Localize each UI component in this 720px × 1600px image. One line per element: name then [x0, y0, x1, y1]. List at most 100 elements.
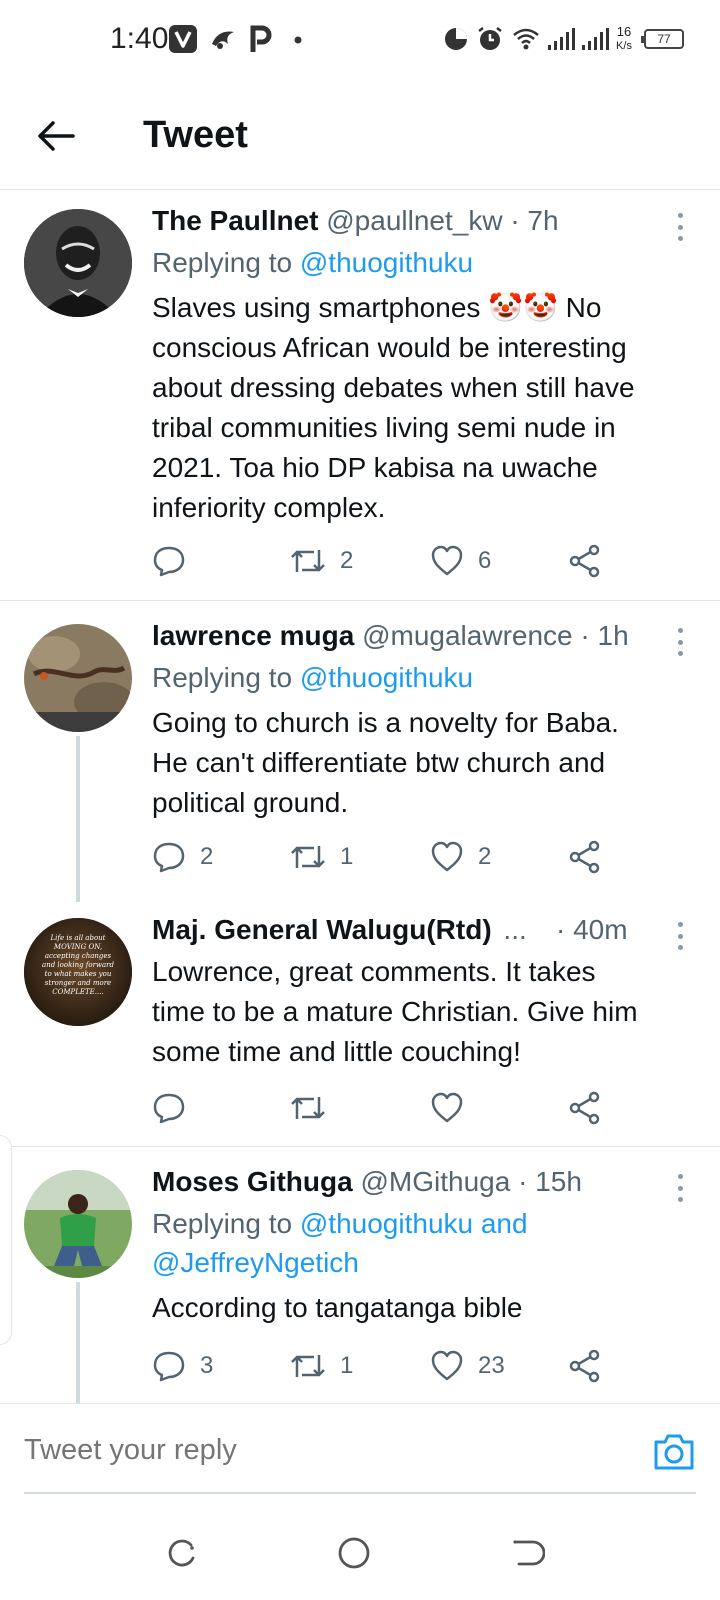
avatar[interactable] — [24, 624, 132, 732]
tweet-actions: 3 1 23 — [0, 1346, 720, 1386]
display-name[interactable]: Moses Githuga — [152, 1166, 353, 1197]
like-button[interactable]: 23 — [430, 1346, 505, 1386]
tweet-card[interactable]: Life is all about MOVING ON, accepting c… — [0, 902, 720, 1147]
avatar[interactable] — [24, 1170, 132, 1278]
heart-icon — [431, 841, 463, 872]
tweet-text: Lowrence, great comments. It takes time … — [152, 952, 692, 1072]
alarm-icon — [476, 22, 504, 56]
heart-icon — [431, 545, 463, 576]
tweet-text-line: Lowrence, great comments. It takes — [152, 956, 596, 987]
back-button[interactable] — [30, 110, 82, 162]
arrow-left-icon — [38, 121, 75, 151]
display-name[interactable]: Maj. General Walugu(Rtd) — [152, 914, 492, 945]
status-time: 1:40 — [110, 22, 169, 55]
share-icon — [569, 544, 600, 578]
recents-button[interactable] — [162, 1533, 202, 1573]
tweet-text-line: 2021. Toa hio DP kabisa na uwache — [152, 452, 598, 483]
tweet-text-line: time to be a mature Christian. Give him — [152, 996, 638, 1027]
reply-button[interactable]: 2 — [152, 837, 213, 877]
avatar-caption: Life is all about MOVING ON, accepting c… — [42, 934, 114, 996]
share-icon — [569, 840, 600, 874]
retweet-count: 1 — [340, 843, 354, 870]
page-title: Tweet — [143, 114, 248, 156]
tweet-text-line: conscious African would be interesting — [152, 332, 627, 363]
camera-icon — [654, 1434, 694, 1470]
more-options-button[interactable] — [668, 916, 692, 956]
network-speed-unit: K/s — [616, 40, 632, 52]
tweet-text-line: political ground. — [152, 787, 349, 818]
tweet-card[interactable]: Moses Githuga @MGithuga · 15h Replying t… — [0, 1148, 720, 1403]
more-options-button[interactable] — [668, 207, 692, 247]
tweet-actions: 2 6 — [0, 541, 720, 581]
tweet-actions: 2 1 2 — [0, 837, 720, 877]
like-button[interactable]: 6 — [430, 541, 491, 581]
retweet-button[interactable]: 1 — [290, 837, 353, 877]
like-button[interactable] — [430, 1088, 478, 1128]
mention-link[interactable]: @thuogithuku — [300, 662, 473, 693]
share-icon — [569, 1091, 600, 1125]
avatar[interactable] — [24, 209, 132, 317]
reply-input[interactable] — [24, 1434, 584, 1467]
tweet-card[interactable]: The Paullnet @paullnet_kw · 7h Replying … — [0, 191, 720, 601]
retweet-button[interactable] — [290, 1088, 340, 1128]
system-nav-bar — [0, 1505, 720, 1600]
reply-input-underline — [24, 1492, 696, 1494]
tweet-card[interactable]: lawrence muga @mugalawrence · 1h Replyin… — [0, 602, 720, 902]
retweet-icon — [291, 1355, 325, 1377]
reply-button[interactable]: 3 — [152, 1346, 213, 1386]
tweet-text: According to tangatanga bible — [152, 1288, 692, 1328]
tweet-header: Moses Githuga @MGithuga · 15h — [152, 1164, 582, 1200]
handle-time: @mugalawrence · 1h — [362, 620, 629, 651]
reply-button[interactable] — [152, 1088, 200, 1128]
display-name[interactable]: The Paullnet — [152, 205, 318, 236]
tweet-time: · 40m — [556, 912, 628, 948]
replying-to: Replying to @thuogithuku — [152, 243, 473, 283]
p-app-icon — [248, 22, 274, 56]
reply-icon — [153, 842, 185, 873]
more-options-button[interactable] — [668, 1168, 692, 1208]
retweet-button[interactable]: 2 — [290, 541, 353, 581]
mention-link[interactable]: @thuogithuku — [300, 247, 473, 278]
share-icon — [569, 1349, 600, 1383]
bird-icon — [208, 22, 238, 56]
retweet-icon — [291, 846, 325, 868]
handle-time: @MGithuga · 15h — [360, 1166, 582, 1197]
replying-prefix: Replying to — [152, 1208, 300, 1239]
like-count: 23 — [478, 1352, 505, 1379]
display-name[interactable]: lawrence muga — [152, 620, 354, 651]
tweet-actions — [0, 1088, 720, 1128]
handle-time: @paullnet_kw · 7h — [326, 205, 559, 236]
replying-to: Replying to @thuogithuku and — [152, 1204, 528, 1244]
data-saver-icon — [442, 22, 470, 56]
tweet-text-line: inferiority complex. — [152, 492, 386, 523]
share-button[interactable] — [568, 541, 602, 581]
share-button[interactable] — [568, 1088, 602, 1128]
retweet-icon — [291, 550, 325, 572]
status-bar: 1:40 16 K/s 77 — [0, 0, 720, 80]
share-button[interactable] — [568, 1346, 602, 1386]
signal-icon — [546, 22, 576, 56]
edge-panel-handle[interactable] — [0, 1135, 12, 1345]
replying-to-continued: @JeffreyNgetich — [152, 1243, 359, 1283]
home-button[interactable] — [334, 1533, 374, 1573]
retweet-count: 2 — [340, 547, 354, 574]
tweet-header: The Paullnet @paullnet_kw · 7h — [152, 203, 559, 239]
camera-button[interactable] — [650, 1428, 698, 1476]
more-options-button[interactable] — [668, 622, 692, 662]
reply-icon — [153, 1351, 185, 1382]
mention-link[interactable]: @JeffreyNgetich — [152, 1247, 359, 1278]
tweet-text-line: Slaves using smartphones 🤡🤡 No — [152, 292, 602, 323]
share-button[interactable] — [568, 837, 602, 877]
v-app-icon — [168, 22, 198, 56]
reply-feed[interactable]: The Paullnet @paullnet_kw · 7h Replying … — [0, 191, 720, 1403]
tweet-text: Slaves using smartphones 🤡🤡 No conscious… — [152, 288, 692, 528]
avatar[interactable]: Life is all about MOVING ON, accepting c… — [24, 918, 132, 1026]
battery-level: 77 — [657, 32, 671, 46]
back-nav-button[interactable] — [508, 1533, 548, 1573]
thread-line — [76, 736, 80, 902]
like-button[interactable]: 2 — [430, 837, 491, 877]
reply-button[interactable] — [152, 541, 200, 581]
mention-link[interactable]: @thuogithuku and — [300, 1208, 528, 1239]
retweet-button[interactable]: 1 — [290, 1346, 353, 1386]
tweet-text-line: According to tangatanga bible — [152, 1292, 523, 1323]
